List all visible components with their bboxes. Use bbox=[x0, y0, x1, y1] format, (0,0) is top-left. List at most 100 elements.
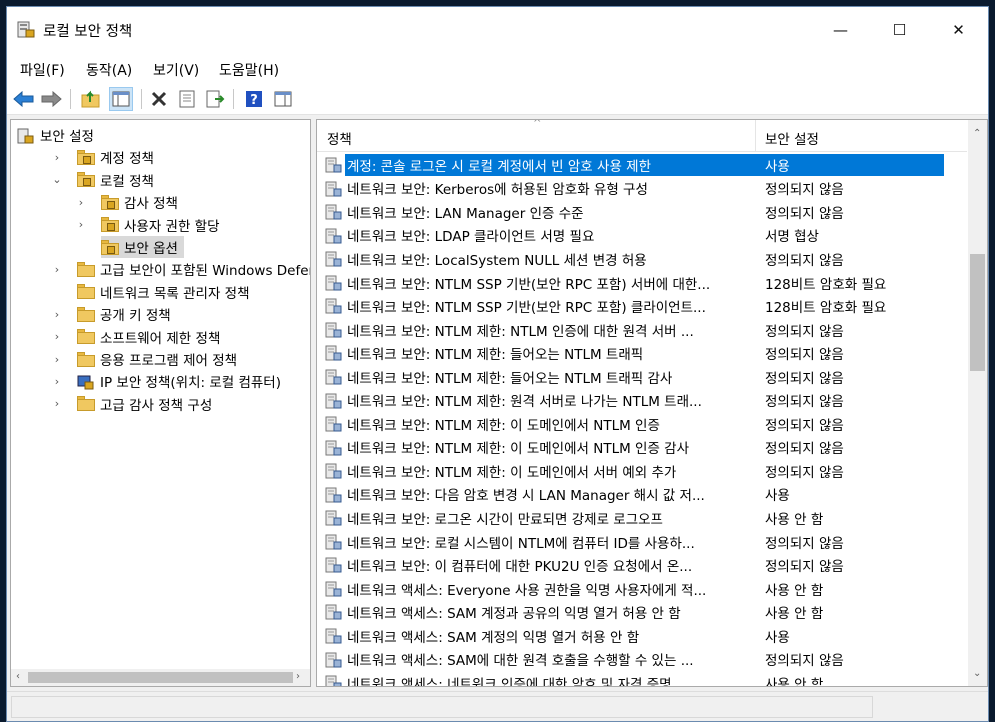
policy-row[interactable]: 네트워크 보안: 로그온 시간이 만료되면 강제로 로그오프 사용 안 함 bbox=[317, 506, 967, 530]
scroll-up-icon[interactable]: ⌃ bbox=[973, 128, 981, 139]
title-bar[interactable]: 로컬 보안 정책 — ☐ ✕ bbox=[7, 7, 988, 53]
local-security-policy-icon bbox=[17, 21, 35, 38]
locked-folder-icon bbox=[101, 194, 119, 210]
policy-item-icon bbox=[325, 440, 342, 456]
policy-row[interactable]: 네트워크 보안: NTLM 제한: 이 도메인에서 NTLM 인증 감사 정의되지… bbox=[317, 436, 967, 460]
policy-row[interactable]: 네트워크 액세스: SAM 계정과 공유의 익명 열거 허용 안 함 사용 안 함 bbox=[317, 600, 967, 624]
expand-chevron-icon[interactable]: › bbox=[51, 303, 63, 325]
scroll-down-icon[interactable]: ⌄ bbox=[973, 668, 981, 679]
expand-chevron-icon[interactable]: › bbox=[75, 191, 87, 213]
policy-row[interactable]: 네트워크 보안: 이 컴퓨터에 대한 PKU2U 인증 요청에서 온... 정의되… bbox=[317, 553, 967, 577]
tree-node[interactable]: 보안 옵션 bbox=[101, 236, 184, 258]
tree-node[interactable]: ⌄ 로컬 정책 bbox=[51, 169, 154, 191]
policy-name: 네트워크 액세스: 네트워크 인증에 대한 암호 및 자격 증명... bbox=[347, 676, 685, 687]
tree-node[interactable]: › IP 보안 정책(위치: 로컬 컴퓨터) bbox=[51, 370, 281, 392]
policy-row[interactable]: 네트워크 액세스: Everyone 사용 권한을 익명 사용자에게 적... 사… bbox=[317, 577, 967, 601]
scroll-left-icon[interactable]: ‹ bbox=[16, 671, 20, 682]
tree-node[interactable]: 네트워크 목록 관리자 정책 bbox=[51, 281, 250, 303]
policy-item-icon bbox=[325, 275, 342, 291]
tree-node[interactable]: › 감사 정책 bbox=[75, 191, 178, 213]
tree-node[interactable]: › 고급 감사 정책 구성 bbox=[51, 393, 212, 415]
vertical-scrollbar[interactable]: ⌃ ⌄ bbox=[968, 120, 987, 686]
policy-row[interactable]: 네트워크 보안: NTLM 제한: NTLM 인증에 대한 원격 서버 ... 정… bbox=[317, 318, 967, 342]
tree-node[interactable]: › 응용 프로그램 제어 정책 bbox=[51, 348, 237, 370]
up-folder-icon[interactable] bbox=[79, 87, 103, 111]
policy-row[interactable]: 네트워크 보안: NTLM 제한: 들어오는 NTLM 트래픽 감사 정의되지 않… bbox=[317, 365, 967, 389]
forward-icon[interactable] bbox=[39, 87, 63, 111]
properties-icon[interactable] bbox=[175, 87, 199, 111]
horizontal-scrollbar[interactable]: ‹ › bbox=[11, 669, 310, 686]
expand-chevron-icon[interactable]: › bbox=[51, 146, 63, 168]
scroll-right-icon[interactable]: › bbox=[296, 671, 300, 682]
policy-item-icon bbox=[325, 557, 342, 573]
policy-row[interactable]: 네트워크 액세스: SAM 계정의 익명 열거 허용 안 함 사용 bbox=[317, 624, 967, 648]
collapse-chevron-icon[interactable]: ⌄ bbox=[51, 169, 63, 191]
policy-row[interactable]: 네트워크 보안: LDAP 클라이언트 서명 필요 서명 협상 bbox=[317, 224, 967, 248]
policy-name: 네트워크 액세스: SAM 계정의 익명 열거 허용 안 함 bbox=[347, 629, 640, 646]
close-button[interactable]: ✕ bbox=[929, 7, 988, 53]
policy-name: 네트워크 보안: NTLM 제한: 들어오는 NTLM 트래픽 감사 bbox=[347, 370, 673, 387]
minimize-button[interactable]: — bbox=[811, 7, 870, 53]
folder-icon bbox=[77, 306, 95, 322]
menu-file[interactable]: 파일(F) bbox=[20, 60, 65, 80]
policy-row[interactable]: 네트워크 보안: 로컬 시스템이 NTLM에 컴퓨터 ID를 사용하... 정의되… bbox=[317, 530, 967, 554]
policy-name: 네트워크 보안: 이 컴퓨터에 대한 PKU2U 인증 요청에서 온... bbox=[347, 559, 693, 576]
policy-row[interactable]: 네트워크 보안: NTLM 제한: 들어오는 NTLM 트래픽 정의되지 않음 bbox=[317, 341, 967, 365]
expand-chevron-icon[interactable]: › bbox=[75, 214, 87, 236]
policy-item-icon bbox=[325, 675, 342, 686]
tree-node[interactable]: › 계정 정책 bbox=[51, 146, 154, 168]
policy-row[interactable]: 네트워크 보안: NTLM SSP 기반(보안 RPC 포함) 클라이언트...… bbox=[317, 294, 967, 318]
toolbar-separator bbox=[141, 89, 142, 109]
policy-row[interactable]: 네트워크 보안: NTLM 제한: 이 도메인에서 서버 예외 추가 정의되지 않… bbox=[317, 459, 967, 483]
policy-item-icon bbox=[325, 416, 342, 432]
expand-chevron-icon[interactable]: › bbox=[51, 370, 63, 392]
policy-item-icon bbox=[325, 510, 342, 526]
scroll-thumb[interactable] bbox=[28, 672, 293, 683]
policy-row[interactable]: 네트워크 보안: NTLM 제한: 원격 서버로 나가는 NTLM 트래... 정… bbox=[317, 389, 967, 413]
help-icon[interactable]: ? bbox=[242, 87, 266, 111]
column-policy[interactable]: 정책 bbox=[327, 128, 352, 148]
tree-node[interactable]: › 고급 보안이 포함된 Windows Defenc bbox=[51, 258, 310, 280]
expand-chevron-icon[interactable]: › bbox=[51, 393, 63, 415]
policy-item-icon bbox=[325, 157, 342, 173]
show-tree-icon[interactable] bbox=[109, 87, 133, 111]
delete-icon[interactable] bbox=[147, 87, 171, 111]
policy-name: 네트워크 보안: NTLM 제한: 이 도메인에서 서버 예외 추가 bbox=[347, 464, 677, 481]
policy-setting: 서명 협상 bbox=[765, 229, 819, 246]
policy-row[interactable]: 네트워크 액세스: 네트워크 인증에 대한 암호 및 자격 증명... 사용 안 … bbox=[317, 671, 967, 687]
policy-row[interactable]: 네트워크 보안: NTLM 제한: 이 도메인에서 NTLM 인증 정의되지 않음 bbox=[317, 412, 967, 436]
menu-action[interactable]: 동작(A) bbox=[86, 60, 132, 80]
menu-view[interactable]: 보기(V) bbox=[153, 60, 199, 80]
svg-text:?: ? bbox=[250, 93, 258, 108]
policy-name: 네트워크 보안: NTLM 제한: NTLM 인증에 대한 원격 서버 ... bbox=[347, 323, 694, 340]
policy-row[interactable]: 네트워크 보안: Kerberos에 허용된 암호화 유형 구성 정의되지 않음 bbox=[317, 177, 967, 201]
policy-name: 네트워크 보안: 다음 암호 변경 시 LAN Manager 해시 값 저..… bbox=[347, 488, 705, 505]
column-divider[interactable] bbox=[755, 120, 756, 152]
console-icon[interactable] bbox=[271, 87, 295, 111]
policy-row[interactable]: 네트워크 보안: LAN Manager 인증 수준 정의되지 않음 bbox=[317, 200, 967, 224]
policy-setting: 정의되지 않음 bbox=[765, 464, 844, 481]
expand-chevron-icon[interactable]: › bbox=[51, 348, 63, 370]
scroll-thumb[interactable] bbox=[970, 254, 985, 371]
back-icon[interactable] bbox=[12, 87, 36, 111]
expand-chevron-icon[interactable]: › bbox=[51, 326, 63, 348]
policy-setting: 정의되지 않음 bbox=[765, 535, 844, 552]
export-icon[interactable] bbox=[203, 87, 227, 111]
policy-row[interactable]: 네트워크 보안: LocalSystem NULL 세션 변경 허용 정의되지 않… bbox=[317, 247, 967, 271]
policy-row[interactable]: 네트워크 액세스: SAM에 대한 원격 호출을 수행할 수 있는 ... 정의되… bbox=[317, 648, 967, 672]
tree-pane[interactable]: 보안 설정 › 계정 정책 ⌄ 로컬 정책 › 감사 정책 › 사용자 권한 할당 보안 옵션 › 고… bbox=[10, 119, 311, 687]
tree-node[interactable]: › 공개 키 정책 bbox=[51, 303, 171, 325]
policy-row[interactable]: 네트워크 보안: 다음 암호 변경 시 LAN Manager 해시 값 저..… bbox=[317, 483, 967, 507]
status-panel bbox=[11, 696, 873, 718]
policy-list-pane[interactable]: ^ 정책 보안 설정 계정: 콘솔 로그온 시 로컬 계정에서 빈 암호 사용 … bbox=[316, 119, 988, 687]
tree-node[interactable]: › 사용자 권한 할당 bbox=[75, 214, 220, 236]
column-security-setting[interactable]: 보안 설정 bbox=[765, 128, 819, 148]
policy-row[interactable]: 계정: 콘솔 로그온 시 로컬 계정에서 빈 암호 사용 제한 사용 bbox=[317, 153, 967, 177]
policy-row[interactable]: 네트워크 보안: NTLM SSP 기반(보안 RPC 포함) 서버에 대한..… bbox=[317, 271, 967, 295]
maximize-button[interactable]: ☐ bbox=[870, 7, 929, 53]
tree-node[interactable]: › 소프트웨어 제한 정책 bbox=[51, 326, 220, 348]
tree-node[interactable]: 보안 설정 bbox=[17, 124, 94, 146]
expand-chevron-icon[interactable]: › bbox=[51, 258, 63, 280]
policy-setting: 정의되지 않음 bbox=[765, 182, 844, 199]
menu-help[interactable]: 도움말(H) bbox=[219, 60, 279, 80]
